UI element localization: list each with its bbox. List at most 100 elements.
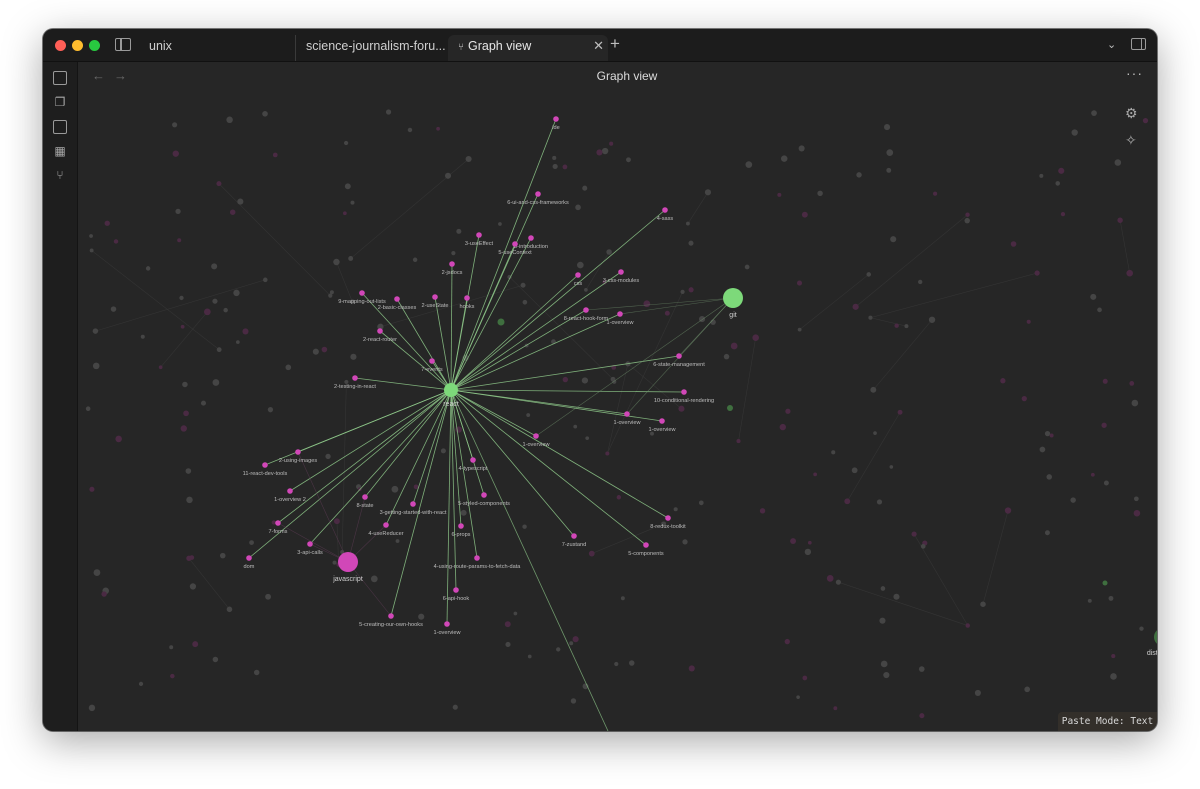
graph-edge — [297, 451, 349, 563]
graph-node — [249, 540, 254, 546]
graph-node-note — [470, 457, 476, 463]
graph-edge — [870, 272, 1038, 318]
dashboard-icon[interactable]: ▦ — [53, 144, 67, 158]
zoom-window-button[interactable] — [89, 40, 100, 51]
graph-canvas[interactable]: ide 6-ui-and-css-frameworks 4-sass 3-useEff… — [78, 92, 1157, 731]
graph-edge-highlight — [450, 263, 453, 391]
graph-node-note — [464, 295, 470, 301]
graph-node-label: 2-jsdocs — [442, 270, 463, 276]
graph-node — [413, 484, 419, 490]
graph-edge — [738, 337, 756, 442]
tab-unix[interactable]: unix — [139, 35, 299, 61]
graph-switch-icon[interactable] — [53, 71, 67, 85]
close-tab-icon[interactable]: ✕ — [593, 35, 604, 57]
files-icon[interactable]: ❐ — [53, 95, 67, 109]
graph-node — [911, 531, 917, 537]
graph-node — [272, 152, 278, 158]
graph-node — [350, 200, 355, 205]
graph-node-note — [458, 523, 464, 529]
more-options-icon[interactable]: ··· — [1126, 65, 1143, 81]
graph-node — [880, 586, 886, 591]
graph-node — [522, 299, 528, 305]
graph-node-note — [533, 433, 539, 439]
view-header: ← → Graph view ··· — [78, 62, 1157, 92]
graph-node — [796, 695, 800, 699]
graph-node — [886, 167, 892, 173]
graph-node — [179, 295, 184, 301]
graph-node — [216, 347, 222, 353]
graph-node — [513, 611, 518, 616]
graph-node — [1000, 378, 1006, 384]
tab-graph-view[interactable]: ⑂ Graph view ✕ — [448, 35, 608, 61]
graph-node — [1142, 118, 1149, 124]
graph-node-label: 3-api-calls — [297, 550, 323, 556]
graph-node — [342, 211, 347, 216]
graph-node-label: 1-overview — [648, 427, 676, 433]
graph-node-note — [362, 494, 368, 500]
graph-node-label: ide — [552, 125, 559, 131]
graph-node — [831, 450, 836, 455]
graph-node — [856, 172, 862, 178]
magic-wand-icon[interactable]: ✧ — [1125, 132, 1137, 149]
gear-icon[interactable]: ⚙ — [1125, 105, 1138, 122]
graph-node-label: 4-useReducer — [368, 531, 403, 537]
minimize-window-button[interactable] — [72, 40, 83, 51]
tab-science-journalism[interactable]: science-journalism-foru... — [295, 35, 456, 61]
graph-node-note — [474, 555, 480, 561]
tab-list-chevron-icon[interactable]: ⌄ — [1107, 38, 1116, 51]
graph-node — [680, 289, 685, 294]
graph-node-note — [681, 389, 687, 395]
graph-node — [1024, 686, 1031, 693]
graph-hub-javascript — [338, 552, 358, 572]
graph-node — [189, 555, 195, 560]
graph-node — [189, 583, 197, 590]
new-tab-button[interactable]: + — [610, 34, 620, 54]
graph-node — [1044, 530, 1050, 536]
graph-node — [1133, 509, 1141, 517]
graph-node-note — [359, 290, 365, 296]
graph-edge-highlight — [309, 389, 452, 545]
graph-node — [727, 405, 733, 411]
graph-node — [605, 451, 610, 456]
graph-node — [85, 406, 91, 411]
graph-node — [1010, 241, 1017, 247]
graph-icon[interactable]: ⑂ — [53, 168, 67, 182]
close-window-button[interactable] — [55, 40, 66, 51]
graph-node-note — [512, 241, 518, 247]
graph-node — [876, 499, 883, 505]
graph-node — [575, 204, 581, 211]
graph-node — [325, 453, 331, 460]
graph-node-label: 2-useState — [421, 303, 448, 309]
graph-node — [211, 263, 218, 270]
graph-node — [175, 208, 181, 214]
graph-node — [870, 386, 877, 393]
graph-node-note — [571, 533, 577, 539]
graph-node — [113, 239, 119, 244]
graph-node-note — [659, 418, 665, 424]
graph-node — [1090, 293, 1097, 300]
graph-node-note — [287, 488, 293, 494]
graph-node-label: 8-state — [356, 503, 373, 509]
graph-node — [626, 157, 631, 163]
graph-node — [866, 272, 872, 277]
tab-label: Graph view — [468, 39, 532, 53]
graph-node — [504, 621, 511, 628]
graph-svg[interactable]: ide 6-ui-and-css-frameworks 4-sass 3-useEff… — [78, 92, 1157, 731]
template-icon[interactable] — [53, 120, 67, 134]
graph-node — [285, 364, 292, 371]
graph-node — [606, 249, 612, 255]
right-sidebar-toggle-icon[interactable] — [1131, 38, 1146, 50]
graph-node — [1091, 110, 1097, 116]
sidebar-toggle-icon[interactable] — [115, 38, 131, 51]
graph-node — [1060, 212, 1066, 217]
graph-node — [897, 409, 903, 415]
graph-node-label: 1-overview — [613, 420, 641, 426]
graph-node — [1090, 472, 1095, 477]
graph-node — [744, 264, 750, 270]
graph-node — [89, 234, 93, 238]
graph-node-label: 11-react-dev-tools — [243, 471, 288, 477]
graph-edge — [336, 261, 353, 302]
graph-node — [797, 327, 802, 332]
graph-edge — [347, 561, 392, 617]
graph-node — [236, 340, 240, 344]
